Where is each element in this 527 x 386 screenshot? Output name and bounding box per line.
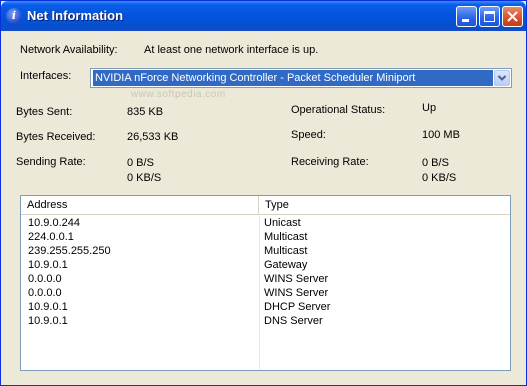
address-cell: 239.255.255.250 xyxy=(28,245,111,257)
table-row[interactable]: 10.9.0.1 Gateway xyxy=(21,258,510,272)
title-bar[interactable]: i Net Information xyxy=(1,1,526,31)
table-row[interactable]: 10.9.0.244 Unicast xyxy=(21,216,510,230)
type-cell: Multicast xyxy=(264,231,308,243)
network-availability-label: Network Availability: xyxy=(20,44,118,56)
address-cell: 0.0.0.0 xyxy=(28,287,62,299)
receiving-rate-bs-value: 0 B/S xyxy=(422,157,449,169)
table-row[interactable]: 10.9.0.1 DHCP Server xyxy=(21,300,510,314)
type-cell: Unicast xyxy=(264,217,301,229)
address-cell: 10.9.0.244 xyxy=(28,217,80,229)
bytes-received-label: Bytes Received: xyxy=(16,131,96,143)
dropdown-button[interactable] xyxy=(494,70,510,86)
table-row[interactable]: 10.9.0.1 DNS Server xyxy=(21,314,510,328)
maximize-button[interactable] xyxy=(479,6,500,27)
operational-status-label: Operational Status: xyxy=(291,104,386,116)
minimize-button[interactable] xyxy=(456,6,477,27)
type-cell: DHCP Server xyxy=(264,301,331,313)
sending-rate-bs-value: 0 B/S xyxy=(127,157,154,169)
watermark: www.softpedia.com xyxy=(131,89,226,100)
type-cell: Multicast xyxy=(264,245,308,257)
bytes-sent-value: 835 KB xyxy=(127,106,164,118)
window-title: Net Information xyxy=(27,8,124,23)
address-cell: 224.0.0.1 xyxy=(28,231,74,243)
table-row[interactable]: 224.0.0.1 Multicast xyxy=(21,230,510,244)
type-cell: WINS Server xyxy=(264,273,329,285)
address-cell: 10.9.0.1 xyxy=(28,259,68,271)
close-button[interactable] xyxy=(502,6,523,27)
table-row[interactable]: 0.0.0.0 WINS Server xyxy=(21,272,510,286)
address-cell: 0.0.0.0 xyxy=(28,273,62,285)
chevron-down-icon xyxy=(497,75,507,81)
close-icon xyxy=(507,11,518,22)
network-availability-value: At least one network interface is up. xyxy=(144,44,319,56)
info-icon: i xyxy=(6,8,22,24)
table-row[interactable]: 239.255.255.250 Multicast xyxy=(21,244,510,258)
interfaces-selected-value: NVIDIA nForce Networking Controller - Pa… xyxy=(93,70,493,86)
address-cell: 10.9.0.1 xyxy=(28,315,68,327)
speed-value: 100 MB xyxy=(422,129,460,141)
column-header-address[interactable]: Address xyxy=(21,196,259,214)
bytes-received-value: 26,533 KB xyxy=(127,131,179,143)
address-list-header: Address Type xyxy=(21,196,510,215)
table-row[interactable]: 0.0.0.0 WINS Server xyxy=(21,286,510,300)
type-cell: DNS Server xyxy=(264,315,323,327)
sending-rate-label: Sending Rate: xyxy=(16,156,86,168)
interfaces-dropdown[interactable]: NVIDIA nForce Networking Controller - Pa… xyxy=(90,68,512,88)
type-cell: Gateway xyxy=(264,259,308,271)
address-cell: 10.9.0.1 xyxy=(28,301,68,313)
receiving-rate-kbs-value: 0 KB/S xyxy=(422,172,457,184)
speed-label: Speed: xyxy=(291,129,326,141)
address-list[interactable]: Address Type 10.9.0.244 Unicast 224.0.0.… xyxy=(20,195,511,371)
minimize-icon xyxy=(462,19,469,22)
bytes-sent-label: Bytes Sent: xyxy=(16,106,73,118)
type-cell: WINS Server xyxy=(264,287,329,299)
interfaces-label: Interfaces: xyxy=(20,70,72,82)
receiving-rate-label: Receiving Rate: xyxy=(291,156,369,168)
operational-status-value: Up xyxy=(422,102,437,114)
maximize-icon xyxy=(484,11,495,22)
net-information-window: i Net Information Network Availability: … xyxy=(0,0,527,386)
column-header-type[interactable]: Type xyxy=(259,196,510,214)
sending-rate-kbs-value: 0 KB/S xyxy=(127,172,162,184)
